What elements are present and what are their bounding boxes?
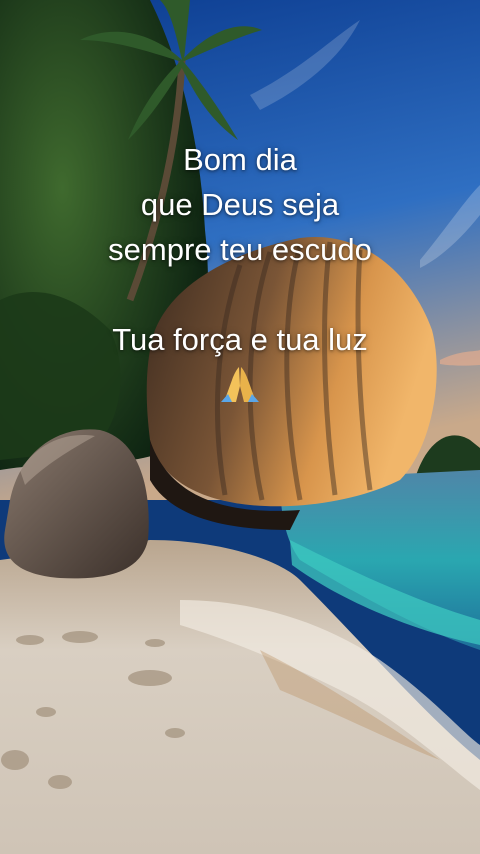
background-photo [0, 0, 480, 854]
folded-hands-icon [221, 367, 259, 402]
caption-line-3: sempre teu escudo [108, 232, 372, 267]
caption-line-2: que Deus seja [140, 187, 340, 222]
beach-scene [0, 0, 480, 854]
caption-line-4: Tua força e tua luz [112, 322, 368, 357]
greeting-caption: Bom dia que Deus seja sempre teu escudo … [0, 137, 480, 404]
caption-line-1: Bom dia [183, 142, 297, 177]
